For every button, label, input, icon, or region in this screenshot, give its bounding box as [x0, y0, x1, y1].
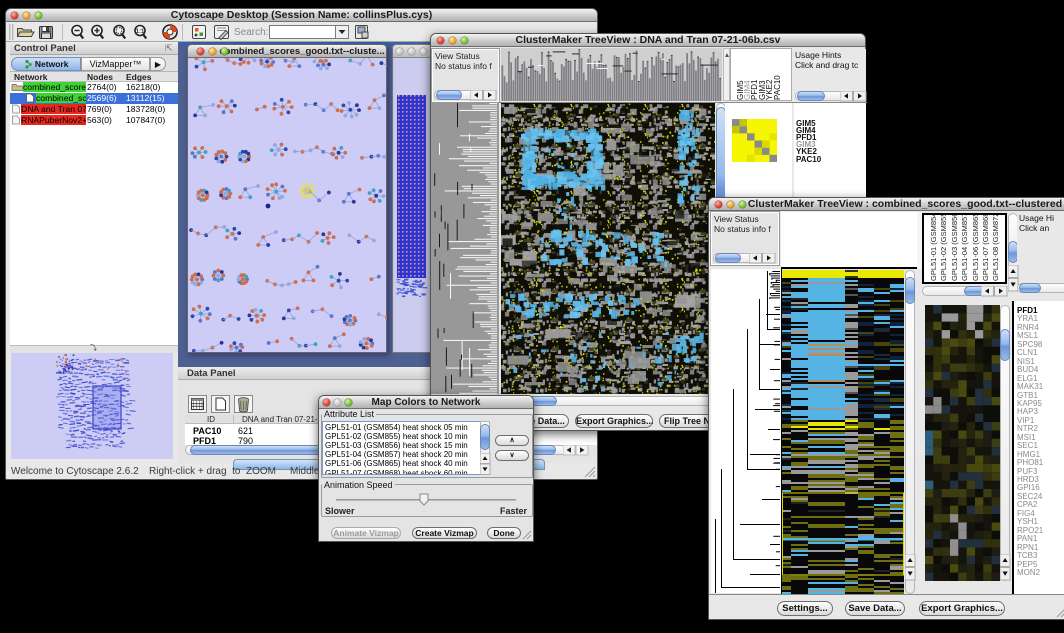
svg-text:Search:: Search:	[234, 27, 268, 38]
svg-text:1:1: 1:1	[136, 29, 145, 35]
